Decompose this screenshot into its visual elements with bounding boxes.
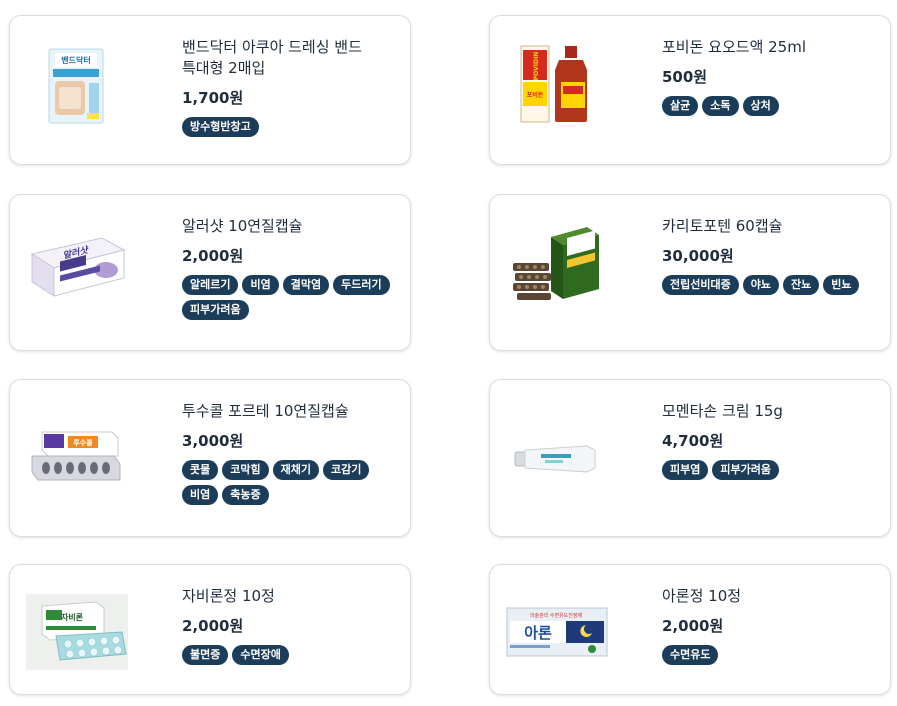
povidone-bottle-image: POVIDIN 포비돈 bbox=[520, 45, 587, 123]
product-name[interactable]: 포비돈 요오드액 25ml bbox=[662, 37, 872, 58]
product-price: 500원 bbox=[662, 68, 708, 86]
carito-box-image: 카리토 bbox=[513, 227, 599, 300]
product-price: 3,000원 bbox=[182, 432, 244, 450]
svg-text:아론: 아론 bbox=[524, 624, 552, 642]
cream-tube-image bbox=[514, 445, 596, 473]
tag-badge[interactable]: 불면증 bbox=[182, 645, 229, 665]
svg-text:POVIDIN: POVIDIN bbox=[533, 52, 540, 80]
tag-badge[interactable]: 수면유도 bbox=[662, 645, 719, 665]
tag-badge[interactable]: 피부가려움 bbox=[712, 460, 779, 480]
tag-badge[interactable]: 잔뇨 bbox=[782, 275, 820, 295]
product-name[interactable]: 모멘타손 크림 15g bbox=[662, 401, 872, 422]
sleep-tablet-box-image: 자비론 bbox=[26, 594, 128, 670]
tag-list: 콧물 코막힘 재채기 코감기 비염 축농증 bbox=[182, 460, 392, 505]
product-image: 자비론 bbox=[26, 594, 128, 670]
tag-badge[interactable]: 코감기 bbox=[323, 460, 370, 480]
svg-text:포비돈: 포비돈 bbox=[527, 91, 544, 99]
product-image: 카리토 bbox=[506, 223, 606, 303]
tag-list: 전립선비대증 야뇨 잔뇨 빈뇨 bbox=[662, 275, 872, 295]
tag-badge[interactable]: 콧물 bbox=[182, 460, 219, 480]
product-card[interactable]: 모멘타손 크림 15g 4,700원 피부염 피부가려움 bbox=[489, 379, 891, 537]
product-card[interactable]: 알러샷 알러샷 10연질캡슐 2,000원 알레르기 비염 결막염 두드러기 피… bbox=[9, 194, 411, 351]
product-image: 밴드닥터 bbox=[26, 46, 126, 126]
allergy-capsule-box-image: 알러샷 bbox=[30, 237, 126, 297]
svg-text:밴드닥터: 밴드닥터 bbox=[61, 55, 90, 65]
tag-list: 알레르기 비염 결막염 두드러기 피부가려움 bbox=[182, 275, 392, 320]
svg-text:투수콜: 투수콜 bbox=[73, 438, 93, 447]
bandage-package-image: 밴드닥터 bbox=[48, 48, 104, 124]
tag-badge[interactable]: 야뇨 bbox=[742, 275, 779, 295]
svg-text:자비론: 자비론 bbox=[61, 612, 84, 622]
tag-badge[interactable]: 수면장애 bbox=[232, 645, 289, 665]
product-card[interactable]: 의술관리 수면유도진정제 아론 아론정 10정 2,000원 수면유도 bbox=[489, 564, 891, 695]
product-name[interactable]: 투수콜 포르테 10연질캡슐 bbox=[182, 401, 392, 422]
tag-list: 수면유도 bbox=[662, 645, 872, 665]
tag-badge[interactable]: 코막힘 bbox=[222, 460, 269, 480]
tag-badge[interactable]: 소독 bbox=[702, 96, 739, 116]
tag-badge[interactable]: 전립선비대증 bbox=[662, 275, 739, 295]
tag-badge[interactable]: 피부염 bbox=[662, 460, 709, 480]
product-card[interactable]: 자비론 자비론정 10정 2,000원 불면증 수면장애 bbox=[9, 564, 411, 695]
svg-text:의술관리 수면유도진정제: 의술관리 수면유도진정제 bbox=[530, 612, 583, 619]
product-card[interactable]: 밴드닥터 밴드닥터 아쿠아 드레싱 밴드 특대형 2매입 1,700원 방수형반… bbox=[9, 15, 411, 165]
product-name[interactable]: 아론정 10정 bbox=[662, 586, 872, 607]
tag-badge[interactable]: 빈뇨 bbox=[823, 275, 860, 295]
tag-badge[interactable]: 두드러기 bbox=[333, 275, 390, 295]
tag-badge[interactable]: 알레르기 bbox=[182, 275, 239, 295]
product-image: 알러샷 bbox=[26, 225, 126, 305]
product-image: 의술관리 수면유도진정제 아론 bbox=[506, 606, 608, 658]
product-image: 투수콜 bbox=[26, 416, 126, 496]
product-card[interactable]: POVIDIN 포비돈 포비돈 요오드액 25ml 500원 살균 소독 상처 bbox=[489, 15, 891, 165]
tag-badge[interactable]: 비염 bbox=[242, 275, 279, 295]
cold-capsule-box-image: 투수콜 bbox=[31, 431, 121, 481]
product-price: 2,000원 bbox=[182, 617, 244, 635]
product-image bbox=[506, 418, 606, 498]
tag-list: 방수형반창고 bbox=[182, 117, 392, 137]
tag-list: 피부염 피부가려움 bbox=[662, 460, 872, 480]
product-image: POVIDIN 포비돈 bbox=[506, 44, 606, 124]
tag-badge[interactable]: 살균 bbox=[662, 96, 699, 116]
product-name[interactable]: 카리토포텐 60캡슐 bbox=[662, 216, 872, 237]
tag-badge[interactable]: 결막염 bbox=[282, 275, 330, 295]
product-price: 2,000원 bbox=[182, 247, 244, 265]
product-name[interactable]: 자비론정 10정 bbox=[182, 586, 392, 607]
product-card[interactable]: 카리토 카리토포텐 60캡슐 30,000원 전립선비대증 야뇨 잔뇨 빈뇨 bbox=[489, 194, 891, 351]
product-price: 4,700원 bbox=[662, 432, 724, 450]
product-name[interactable]: 알러샷 10연질캡슐 bbox=[182, 216, 392, 237]
tag-badge[interactable]: 상처 bbox=[742, 96, 779, 116]
product-price: 2,000원 bbox=[662, 617, 724, 635]
tag-badge[interactable]: 피부가려움 bbox=[182, 300, 249, 320]
tag-badge[interactable]: 재채기 bbox=[272, 460, 319, 480]
tag-badge[interactable]: 방수형반창고 bbox=[182, 117, 259, 137]
product-price: 1,700원 bbox=[182, 89, 244, 107]
product-name[interactable]: 밴드닥터 아쿠아 드레싱 밴드 특대형 2매입 bbox=[182, 37, 392, 79]
product-card[interactable]: 투수콜 투수콜 포르테 10연질캡슐 3,000원 콧물 코막힘 재채기 코감기… bbox=[9, 379, 411, 537]
tag-list: 불면증 수면장애 bbox=[182, 645, 392, 665]
tag-badge[interactable]: 비염 bbox=[182, 485, 219, 505]
tag-list: 살균 소독 상처 bbox=[662, 96, 872, 116]
product-price: 30,000원 bbox=[662, 247, 734, 265]
aron-tablet-box-image: 의술관리 수면유도진정제 아론 bbox=[506, 607, 608, 657]
tag-badge[interactable]: 축농증 bbox=[222, 485, 269, 505]
